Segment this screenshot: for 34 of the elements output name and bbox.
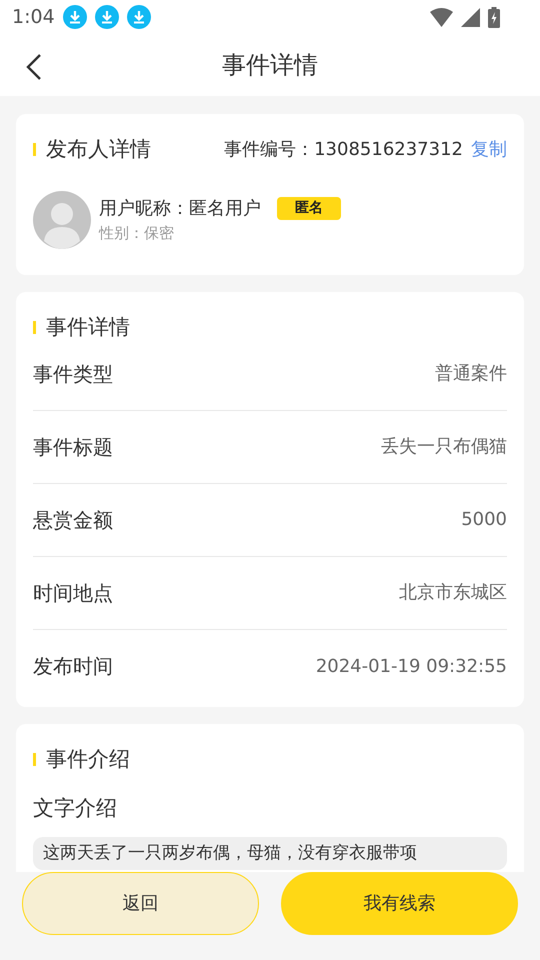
action-button[interactable]: 返回 [22, 872, 259, 936]
back-icon[interactable] [26, 54, 42, 80]
title-marker [33, 752, 36, 766]
gender-text: 性别：保密 [99, 223, 175, 244]
section-title: 事件介绍 [46, 746, 130, 773]
detail-label: 发布时间 [33, 653, 113, 680]
download-icon [62, 5, 87, 30]
detail-value: 丢失一只布偶猫 [381, 435, 507, 460]
page-title: 事件详情 [222, 50, 318, 81]
title-marker [33, 321, 36, 334]
battery-icon [488, 6, 500, 28]
detail-label: 事件标题 [33, 434, 113, 461]
detail-label: 悬赏金额 [33, 506, 113, 534]
detail-value: 2024-01-19 09:32:55 [316, 654, 507, 679]
status-time: 1:04 [12, 4, 55, 30]
detail-value: 普通案件 [435, 362, 507, 386]
download-icon [126, 5, 151, 30]
nickname: 用户昵称：匿名用户 [99, 197, 261, 222]
avatar-icon [33, 191, 91, 250]
download-icon [94, 5, 119, 30]
description-text: 这两天丢了一只两岁布偶，母猫，没有穿衣服带项 [33, 836, 507, 870]
title-marker [33, 142, 36, 156]
event-number: 事件编号：1308516237312 [224, 138, 463, 162]
anonymous-badge: 匿名 [277, 197, 341, 220]
signal-icon [461, 8, 480, 27]
section-title: 发布人详情 [46, 136, 151, 163]
section-title: 事件详情 [46, 314, 130, 342]
detail-value: 北京市东城区 [399, 581, 507, 606]
intro-subtitle: 文字介绍 [33, 795, 118, 822]
detail-label: 时间地点 [33, 580, 113, 607]
detail-value: 5000 [461, 508, 507, 532]
wifi-icon [430, 8, 453, 27]
detail-label: 事件类型 [33, 360, 113, 388]
action-button[interactable]: 我有线索 [281, 872, 518, 936]
